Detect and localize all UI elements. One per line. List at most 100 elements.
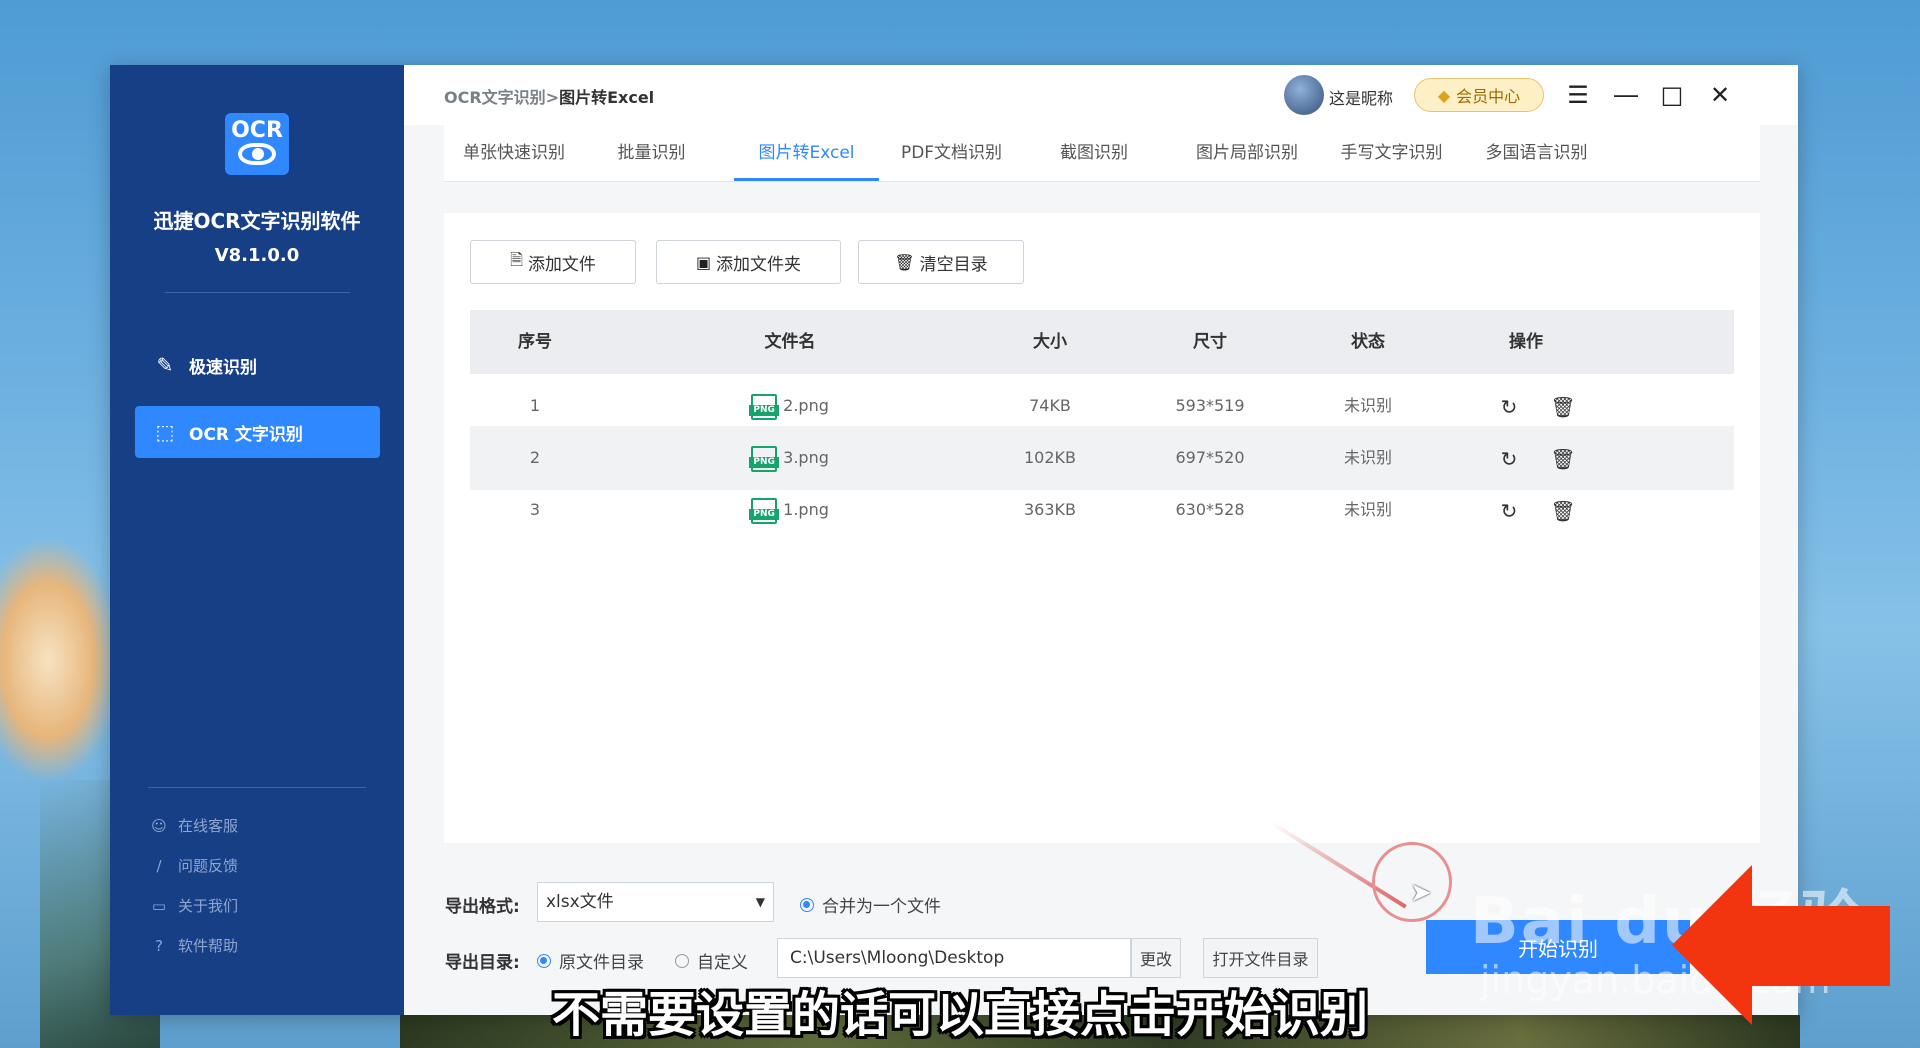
tab-multilanguage[interactable]: 多国语言识别: [1464, 125, 1609, 181]
add-file-label: 添加文件: [527, 254, 596, 275]
app-version: V8.1.0.0: [214, 245, 300, 266]
tab-bar: 单张快速识别 批量识别 图片转Excel PDF文档识别 截图识别 图片局部识别…: [444, 125, 1760, 182]
open-dir-button[interactable]: 打开文件目录: [1203, 938, 1318, 978]
add-folder-button[interactable]: ▣ 添加文件夹: [656, 240, 841, 284]
question-icon: ?: [155, 936, 163, 955]
tab-image-partial[interactable]: 图片局部识别: [1172, 125, 1322, 181]
row-dimensions: 630*528: [1175, 500, 1245, 519]
sidebar: OCR 迅捷OCR文字识别软件 V8.1.0.0 ✎ 极速识别 ⬚ OCR 文字…: [110, 65, 404, 1015]
png-file-icon: PNG: [749, 393, 780, 420]
original-dir-radio[interactable]: 原文件目录: [537, 948, 644, 973]
radio-unchecked-icon: [675, 953, 689, 968]
export-dir-label: 导出目录:: [445, 953, 520, 973]
column-header: 状态: [1351, 332, 1385, 352]
add-file-button[interactable]: 🗎 添加文件: [470, 240, 636, 284]
user-icon: ☺: [151, 816, 167, 835]
vip-center-button[interactable]: ◆ 会员中心: [1414, 78, 1544, 112]
clear-label: 清空目录: [919, 254, 988, 275]
tab-pdf[interactable]: PDF文档识别: [879, 125, 1024, 181]
mouse-cursor-icon: ➤: [1410, 878, 1432, 908]
delete-icon[interactable]: 🗑: [1550, 446, 1576, 472]
column-header: 文件名: [764, 332, 816, 352]
footer-about[interactable]: ▭ 关于我们: [150, 895, 238, 916]
top-bar: OCR文字识别>图片转Excel 这是昵称 ◆ 会员中心 ☰ ― □ ✕: [404, 65, 1798, 125]
filename-text: 3.png: [783, 448, 829, 467]
background-flower: [0, 540, 120, 780]
footer-label: 问题反馈: [178, 857, 239, 875]
breadcrumb-current: 图片转Excel: [559, 88, 655, 107]
filename-text: 1.png: [783, 500, 829, 519]
clear-list-button[interactable]: 🗑 清空目录: [858, 240, 1024, 284]
footer-label: 关于我们: [178, 897, 239, 915]
red-arrow-shaft: [1745, 906, 1890, 986]
vip-label: 会员中心: [1456, 87, 1521, 106]
tab-batch[interactable]: 批量识别: [589, 125, 714, 181]
column-header: 序号: [518, 332, 552, 352]
radio-checked-icon: [537, 953, 551, 968]
table-row[interactable]: 3 PNG 1.png 363KB 630*528 未识别 ↻ 🗑: [470, 478, 1734, 542]
table-header: 序号 文件名 大小 尺寸 状态 操作: [470, 310, 1734, 374]
sidebar-item-ocr[interactable]: ⬚ OCR 文字识别: [135, 406, 380, 458]
footer-help[interactable]: ? 软件帮助: [150, 935, 238, 956]
breadcrumb-parent[interactable]: OCR文字识别: [444, 88, 546, 107]
row-size: 363KB: [1023, 500, 1076, 519]
footer-feedback[interactable]: ∕ 问题反馈: [150, 855, 238, 876]
row-filename: PNG 1.png: [680, 478, 900, 542]
row-index: 3: [529, 500, 541, 519]
merge-file-label: 合并为一个文件: [822, 897, 941, 917]
original-dir-label: 原文件目录: [559, 953, 644, 973]
column-header: 大小: [1033, 332, 1067, 352]
filename-text: 2.png: [783, 396, 829, 415]
png-file-icon: PNG: [749, 445, 780, 472]
delete-icon[interactable]: 🗑: [1550, 394, 1576, 420]
tab-single-quick[interactable]: 单张快速识别: [444, 125, 584, 181]
nickname[interactable]: 这是昵称: [1329, 85, 1393, 109]
custom-dir-label: 自定义: [697, 953, 748, 973]
video-subtitle: 不需要设置的话可以直接点击开始识别: [551, 987, 1368, 1043]
export-format-select[interactable]: xlsx文件 ▼: [537, 882, 774, 922]
add-folder-label: 添加文件夹: [716, 254, 802, 275]
edit-icon: ∕: [156, 856, 162, 875]
change-dir-button[interactable]: 更改: [1131, 938, 1181, 978]
menu-icon[interactable]: ☰: [1560, 77, 1596, 113]
png-file-icon: PNG: [749, 497, 780, 524]
diamond-icon: ◆: [1437, 85, 1451, 105]
tab-image-to-excel[interactable]: 图片转Excel: [734, 125, 879, 181]
column-header: 尺寸: [1193, 332, 1227, 352]
export-format-value: xlsx文件: [546, 892, 614, 912]
trash-icon: 🗑: [894, 252, 915, 272]
breadcrumb: OCR文字识别>图片转Excel: [444, 84, 654, 108]
logo-text: OCR: [231, 118, 283, 143]
app-name: 迅捷OCR文字识别软件: [153, 209, 361, 233]
tab-screenshot[interactable]: 截图识别: [1029, 125, 1159, 181]
output-path-input[interactable]: C:\Users\Mloong\Desktop: [777, 938, 1131, 978]
maximize-icon[interactable]: □: [1654, 77, 1690, 113]
chevron-down-icon: ▼: [755, 895, 765, 909]
divider: [165, 292, 350, 293]
merge-file-radio[interactable]: 合并为一个文件: [800, 892, 941, 917]
avatar[interactable]: [1284, 75, 1324, 115]
custom-dir-radio[interactable]: 自定义: [675, 948, 748, 973]
tab-handwriting[interactable]: 手写文字识别: [1319, 125, 1464, 181]
column-header: 操作: [1509, 332, 1543, 352]
close-icon[interactable]: ✕: [1702, 77, 1738, 113]
rotate-icon[interactable]: ↻: [1496, 498, 1522, 524]
minimize-icon[interactable]: ―: [1608, 77, 1644, 113]
sidebar-item-quick-recognition[interactable]: ✎ 极速识别: [135, 339, 380, 391]
breadcrumb-separator: >: [545, 88, 560, 107]
file-panel: 🗎 添加文件 ▣ 添加文件夹 🗑 清空目录 序号 文件名 大小 尺寸 状态 操作 1 …: [444, 213, 1760, 843]
pupil: [252, 148, 264, 160]
footer-label: 在线客服: [178, 817, 239, 835]
file-icon: 🗎: [510, 249, 523, 269]
ocr-scan-icon: ⬚: [155, 420, 175, 444]
rotate-icon[interactable]: ↻: [1496, 446, 1522, 472]
folder-plus-icon: ▣: [695, 252, 712, 272]
delete-icon[interactable]: 🗑: [1550, 498, 1576, 524]
footer-online-support[interactable]: ☺ 在线客服: [150, 815, 238, 836]
rotate-icon[interactable]: ↻: [1496, 394, 1522, 420]
radio-checked-icon: [800, 897, 814, 912]
export-format-label: 导出格式:: [445, 897, 520, 917]
footer-label: 软件帮助: [178, 937, 239, 955]
sidebar-item-label: 极速识别: [189, 357, 257, 378]
divider: [148, 787, 366, 788]
